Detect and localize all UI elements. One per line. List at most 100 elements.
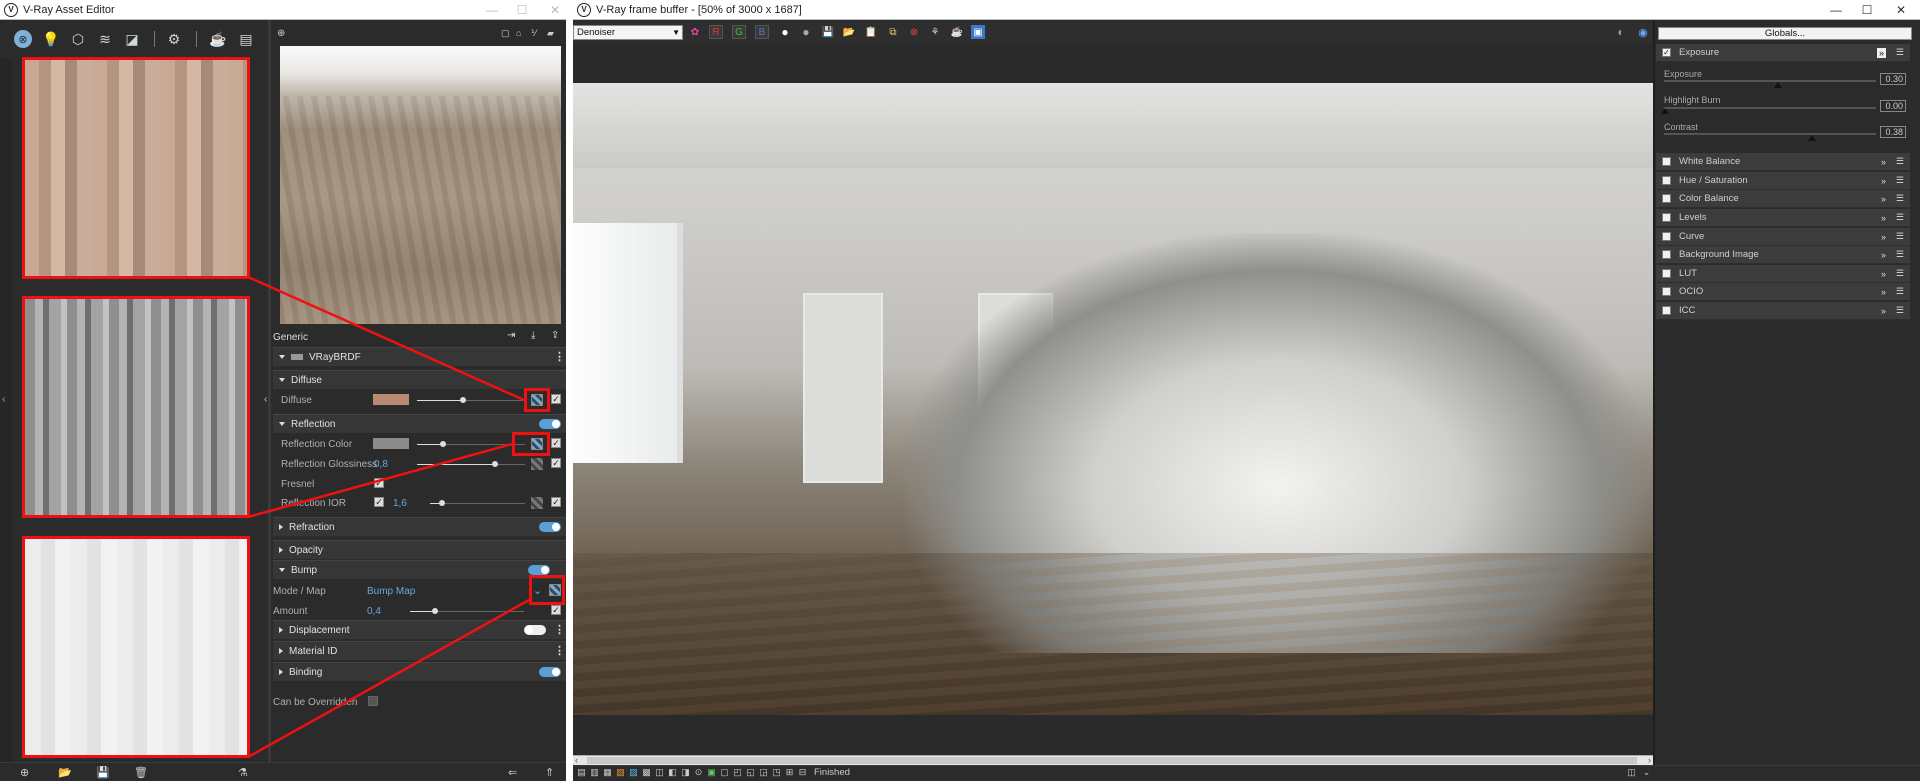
layers-icon[interactable]: ≋	[96, 30, 114, 48]
layer-menu-icon[interactable]: ☰	[1896, 47, 1904, 58]
region-render-icon[interactable]: ⚘	[928, 25, 942, 39]
cc-layer-row[interactable]: Color Balance » ☰	[1656, 190, 1910, 208]
layer-menu-icon[interactable]: ☰	[1896, 231, 1904, 242]
reflection-toggle[interactable]	[539, 419, 561, 429]
scrollbar-thumb[interactable]	[587, 757, 1637, 764]
red-channel-button[interactable]: R	[709, 25, 723, 39]
cc-layer-checkbox[interactable]	[1662, 232, 1671, 241]
layer-menu-icon[interactable]: ☰	[1896, 286, 1904, 297]
collapse-left-icon[interactable]: ‹	[2, 394, 5, 405]
mode-map-value[interactable]: Bump Map	[367, 586, 415, 597]
scroll-right-icon[interactable]: ›	[1648, 755, 1651, 765]
bump-toggle[interactable]	[528, 565, 550, 575]
layer-menu-icon[interactable]: ☰	[1896, 305, 1904, 316]
lights-icon[interactable]: 💡	[42, 30, 60, 48]
cc-layer-row[interactable]: Hue / Saturation » ☰	[1656, 172, 1910, 190]
contrast-value-field[interactable]: 0.38	[1880, 126, 1906, 138]
open-file-icon[interactable]: 📂	[58, 766, 72, 779]
exposure-value-field[interactable]: 0.30	[1880, 73, 1906, 85]
arrow-left-icon[interactable]: ⇐	[508, 766, 517, 779]
vraybrdf-header[interactable]: VRayBRDF ⋮	[273, 347, 566, 366]
status-icon-10[interactable]: ⊙	[694, 767, 703, 777]
alpha-white-icon[interactable]: ●	[778, 25, 792, 39]
section-displacement[interactable]: Displacement ⋮	[273, 620, 566, 639]
save-material-icon[interactable]: ⤓	[531, 330, 535, 341]
lens-icon[interactable]: ◐	[1614, 25, 1628, 39]
status-icon-8[interactable]: ◧	[668, 767, 677, 777]
geometry-icon[interactable]: ⬡	[69, 30, 87, 48]
section-material-id[interactable]: Material ID ⋮	[273, 641, 566, 660]
arrow-up-icon[interactable]: ⇑	[545, 766, 554, 779]
highlight-burn-value-field[interactable]: 0.00	[1880, 100, 1906, 112]
cc-layer-checkbox[interactable]	[1662, 250, 1671, 259]
amount-value[interactable]: 0,4	[367, 606, 381, 617]
exposure-enable-checkbox[interactable]: ✓	[1662, 48, 1671, 57]
preview-pin-icon[interactable]: ⊕	[277, 28, 285, 39]
layer-menu-icon[interactable]: ☰	[1896, 268, 1904, 279]
save-file-icon[interactable]: 💾	[96, 766, 110, 779]
frame-buffer-icon[interactable]: ▤	[236, 30, 256, 48]
cc-layer-checkbox[interactable]	[1662, 157, 1671, 166]
settings-gear-icon[interactable]: ⚙	[165, 30, 183, 48]
reflection-ior-value[interactable]: 1,6	[393, 498, 407, 509]
displacement-toggle[interactable]	[524, 625, 546, 635]
layer-menu-icon[interactable]: ☰	[1896, 212, 1904, 223]
fresnel-checkbox[interactable]: ✓	[374, 478, 384, 488]
status-icon-14[interactable]: ◱	[746, 767, 755, 777]
expand-icon[interactable]: »	[1881, 287, 1886, 297]
status-icon-12[interactable]: ▢	[720, 767, 729, 777]
textures-icon[interactable]: ◪	[123, 30, 141, 48]
create-asset-icon[interactable]: ⊕	[20, 766, 29, 779]
green-channel-button[interactable]: G	[732, 25, 746, 39]
kebab-menu-icon[interactable]: ⋮	[554, 625, 565, 636]
expand-icon[interactable]: »	[1881, 232, 1886, 242]
reflection-ior-map-slot[interactable]	[531, 497, 543, 509]
blue-channel-button[interactable]: B	[755, 25, 769, 39]
panel-splitter[interactable]	[268, 20, 271, 762]
amount-slider[interactable]	[410, 608, 524, 614]
preview-scene-icon[interactable]: ⌂	[516, 28, 521, 38]
cc-layer-row[interactable]: ICC » ☰	[1656, 302, 1910, 320]
left-collapse-strip[interactable]	[0, 58, 12, 762]
reflection-color-checkbox[interactable]: ✓	[551, 438, 561, 448]
status-icon-5[interactable]: ▨	[629, 767, 638, 777]
preview-resolution-icon[interactable]: ⅟	[531, 28, 536, 39]
maximize-button[interactable]: ☐	[504, 0, 540, 20]
save-image-icon[interactable]: 💾	[821, 25, 835, 39]
preview-refresh-icon[interactable]: ▰	[547, 28, 554, 39]
exposure-slider-handle[interactable]	[1774, 82, 1782, 88]
cc-layer-checkbox[interactable]	[1662, 213, 1671, 222]
reflection-ior-slider[interactable]	[430, 500, 525, 506]
status-panel-icon[interactable]: ◫	[1627, 767, 1636, 777]
refraction-toggle[interactable]	[539, 522, 561, 532]
cc-layer-row[interactable]: Curve » ☰	[1656, 228, 1910, 246]
layer-menu-icon[interactable]: ☰	[1896, 156, 1904, 167]
status-icon-13[interactable]: ◰	[733, 767, 742, 777]
kebab-menu-icon[interactable]: ⋮	[554, 352, 565, 363]
layer-menu-icon[interactable]: ☰	[1896, 175, 1904, 186]
amount-checkbox[interactable]: ✓	[551, 605, 561, 615]
diffuse-checkbox[interactable]: ✓	[551, 394, 561, 404]
layer-menu-icon[interactable]: ☰	[1896, 193, 1904, 204]
status-icon-16[interactable]: ◳	[772, 767, 781, 777]
diffuse-slider[interactable]	[417, 397, 525, 403]
expand-icon[interactable]: »	[1881, 213, 1886, 223]
binding-toggle[interactable]	[539, 667, 561, 677]
clear-image-icon[interactable]: 📋	[864, 25, 878, 39]
color-mode-icon[interactable]: ✿	[688, 25, 702, 39]
status-icon-15[interactable]: ◲	[759, 767, 768, 777]
cc-layer-row[interactable]: OCIO » ☰	[1656, 283, 1910, 301]
expand-icon[interactable]: »	[1881, 269, 1886, 279]
expand-icon[interactable]: »	[1881, 250, 1886, 260]
contrast-slider[interactable]	[1664, 133, 1876, 135]
render-teapot-icon[interactable]: ☕	[208, 30, 228, 48]
stop-render-icon[interactable]: ⊗	[907, 25, 921, 39]
cc-layer-checkbox[interactable]	[1662, 306, 1671, 315]
delete-icon[interactable]: 🗑	[134, 766, 148, 779]
import-icon[interactable]: ⇥	[507, 330, 515, 341]
section-reflection[interactable]: Reflection	[273, 414, 566, 433]
cc-layer-checkbox[interactable]	[1662, 269, 1671, 278]
diffuse-color-swatch[interactable]	[373, 394, 409, 405]
cc-layer-checkbox[interactable]	[1662, 176, 1671, 185]
layer-menu-icon[interactable]: ☰	[1896, 249, 1904, 260]
